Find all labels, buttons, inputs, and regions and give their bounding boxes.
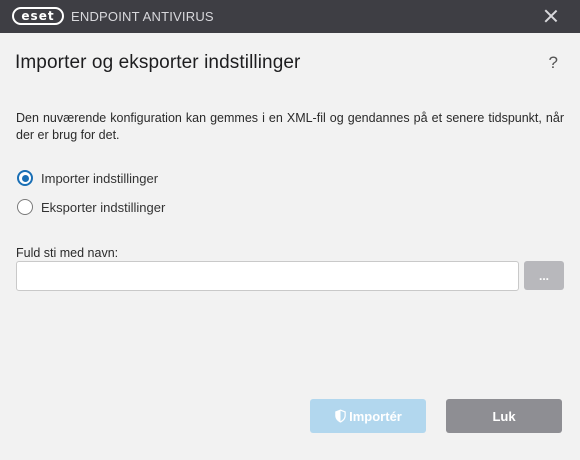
- import-option-label: Importer indstillinger: [41, 170, 159, 186]
- export-option-label: Eksporter indstillinger: [41, 199, 166, 215]
- path-label: Fuld sti med navn:: [16, 246, 119, 260]
- close-button[interactable]: Luk: [446, 399, 562, 433]
- eset-logo-mark: eset: [12, 7, 64, 25]
- import-radio[interactable]: [17, 170, 33, 186]
- product-name: ENDPOINT ANTIVIRUS: [71, 9, 214, 24]
- export-option[interactable]: Eksporter indstillinger: [17, 199, 165, 215]
- browse-button[interactable]: ...: [524, 261, 564, 290]
- import-option[interactable]: Importer indstillinger: [17, 170, 158, 186]
- path-input[interactable]: [16, 261, 519, 291]
- shield-icon: [335, 409, 346, 423]
- title-bar: eset ENDPOINT ANTIVIRUS: [0, 0, 580, 33]
- brand-text: eset: [21, 9, 55, 23]
- help-icon[interactable]: ?: [549, 53, 558, 73]
- export-radio[interactable]: [17, 199, 33, 215]
- import-button[interactable]: Importér: [310, 399, 426, 433]
- description-text: Den nuværende konfiguration kan gemmes i…: [16, 111, 564, 142]
- close-window-icon[interactable]: [544, 9, 558, 23]
- page-title: Importer og eksporter indstillinger: [15, 52, 301, 73]
- eset-logo: eset: [12, 7, 64, 25]
- import-button-label: Importér: [349, 408, 402, 424]
